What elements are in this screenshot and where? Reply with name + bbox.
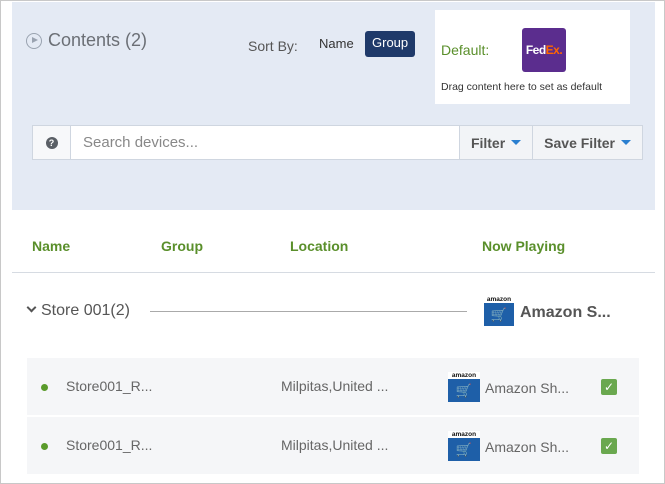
devices-panel: Contents (2) Sort By: Name Group Default…	[0, 0, 665, 484]
save-filter-label: Save Filter	[544, 134, 615, 151]
group-label: Store 001(2)	[41, 302, 130, 319]
filter-label: Filter	[470, 134, 506, 151]
play-circle-icon	[26, 32, 42, 49]
row-checkbox[interactable]: ✓	[601, 379, 617, 395]
amazon-shopping-icon: amazon 🛒	[484, 296, 514, 326]
header-divider	[12, 272, 655, 273]
fedex-logo-fed: Fed	[525, 43, 546, 57]
filter-button[interactable]: Filter	[458, 126, 533, 159]
amazon-shopping-icon: amazon 🛒	[448, 431, 480, 461]
shopping-cart-icon: 🛒	[448, 379, 480, 402]
amazon-shopping-icon: amazon 🛒	[448, 372, 480, 402]
table-row[interactable]: Store001_R... Milpitas,United ... amazon…	[27, 358, 639, 415]
column-header-now-playing[interactable]: Now Playing	[482, 238, 565, 254]
contents-toggle[interactable]: Contents (2)	[26, 30, 147, 51]
row-checkbox[interactable]: ✓	[601, 438, 617, 454]
amazon-wordmark: amazon	[486, 296, 512, 303]
device-name[interactable]: Store001_R...	[66, 437, 152, 453]
help-button[interactable]: ?	[33, 126, 71, 159]
online-status-dot	[41, 384, 48, 391]
group-row[interactable]: Store 001(2) amazon 🛒 Amazon S...	[12, 291, 655, 331]
caret-down-icon	[511, 140, 522, 145]
default-content-dropzone[interactable]: Default: Fed Ex. Drag content here to set…	[435, 10, 630, 104]
default-label: Default:	[441, 42, 490, 58]
question-icon: ?	[45, 136, 58, 149]
column-header-location[interactable]: Location	[290, 238, 348, 254]
device-location: Milpitas,United ...	[281, 378, 389, 394]
online-status-dot	[41, 443, 48, 450]
column-header-name[interactable]: Name	[32, 238, 70, 254]
caret-down-icon	[621, 140, 631, 145]
device-name[interactable]: Store001_R...	[66, 378, 152, 394]
sort-by-label: Sort By:	[248, 38, 298, 54]
search-bar: ? Filter Save Filter	[32, 125, 643, 160]
amazon-wordmark: amazon	[451, 372, 477, 379]
device-now-playing: Amazon Sh...	[485, 439, 570, 455]
sort-group-button[interactable]: Group	[365, 31, 416, 57]
search-input[interactable]	[71, 126, 459, 159]
group-divider	[150, 311, 467, 312]
amazon-wordmark: amazon	[451, 431, 477, 438]
table-row[interactable]: Store001_R... Milpitas,United ... amazon…	[27, 417, 639, 474]
drag-hint: Drag content here to set as default	[441, 81, 603, 93]
shopping-cart-icon: 🛒	[484, 303, 514, 326]
save-filter-button[interactable]: Save Filter	[532, 126, 642, 159]
fedex-logo-ex: Ex.	[545, 43, 563, 57]
group-now-playing: Amazon S...	[520, 304, 611, 321]
chevron-down-icon[interactable]	[26, 302, 37, 313]
column-header-group[interactable]: Group	[161, 238, 203, 254]
sort-name-button[interactable]: Name	[311, 32, 362, 56]
shopping-cart-icon: 🛒	[448, 438, 480, 461]
toolbar-panel: Contents (2) Sort By: Name Group Default…	[12, 2, 655, 210]
device-location: Milpitas,United ...	[281, 437, 389, 453]
contents-label: Contents (2)	[48, 30, 148, 50]
fedex-thumbnail[interactable]: Fed Ex.	[522, 28, 566, 72]
device-now-playing: Amazon Sh...	[485, 380, 570, 396]
